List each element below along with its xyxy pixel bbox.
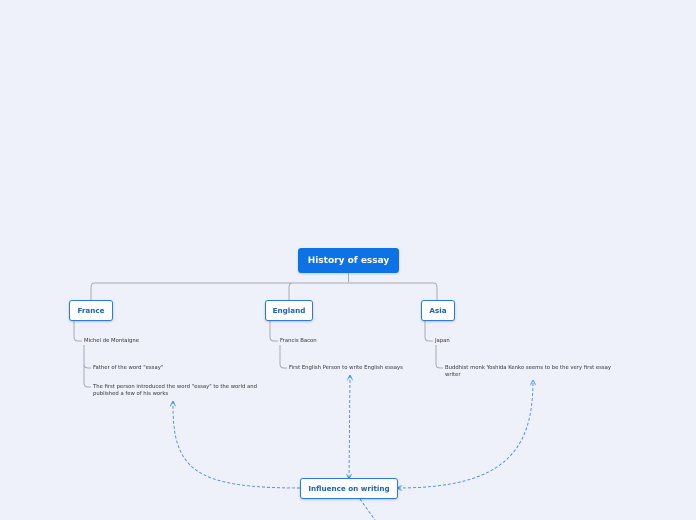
subtopic-yoshida-kenko[interactable]: Buddhist monk Yoshida Kenko seems to be … [445, 365, 625, 379]
central-topic[interactable]: History of essay [298, 248, 399, 273]
england-connector-1 [269, 321, 278, 342]
relation-arrow-asia[interactable] [398, 381, 533, 488]
asia-connector-1 [424, 321, 433, 342]
subtopic-first-english-essays[interactable]: First English Person to write English es… [289, 365, 403, 372]
root-connector-england [288, 282, 294, 300]
asia-connector-2 [435, 345, 443, 369]
mind-map-canvas: History of essay France England Asia Mic… [0, 0, 696, 520]
topic-asia[interactable]: Asia [421, 300, 455, 321]
subtopic-montaigne[interactable]: Michel de Montaigne [84, 338, 139, 345]
france-connector-1 [73, 321, 82, 342]
floating-topic-influence[interactable]: Influence on writing [300, 478, 398, 499]
relation-arrow-france[interactable] [173, 402, 301, 489]
subtopic-francis-bacon[interactable]: Francis Bacon [280, 338, 317, 345]
topic-france[interactable]: France [69, 300, 113, 321]
subtopic-japan[interactable]: Japan [435, 338, 450, 345]
france-connector-2 [83, 345, 91, 369]
subtopic-father-of-essay[interactable]: Father of the word "essay" [93, 365, 163, 372]
subtopic-first-person-essay[interactable]: The first person introduced the word "es… [93, 384, 258, 398]
england-connector-2 [279, 345, 287, 369]
relation-line-down [359, 498, 376, 520]
topic-england[interactable]: England [265, 300, 313, 321]
relation-arrow-england[interactable] [349, 376, 350, 478]
france-connector-3 [83, 345, 91, 388]
root-connector-bar [90, 282, 438, 300]
